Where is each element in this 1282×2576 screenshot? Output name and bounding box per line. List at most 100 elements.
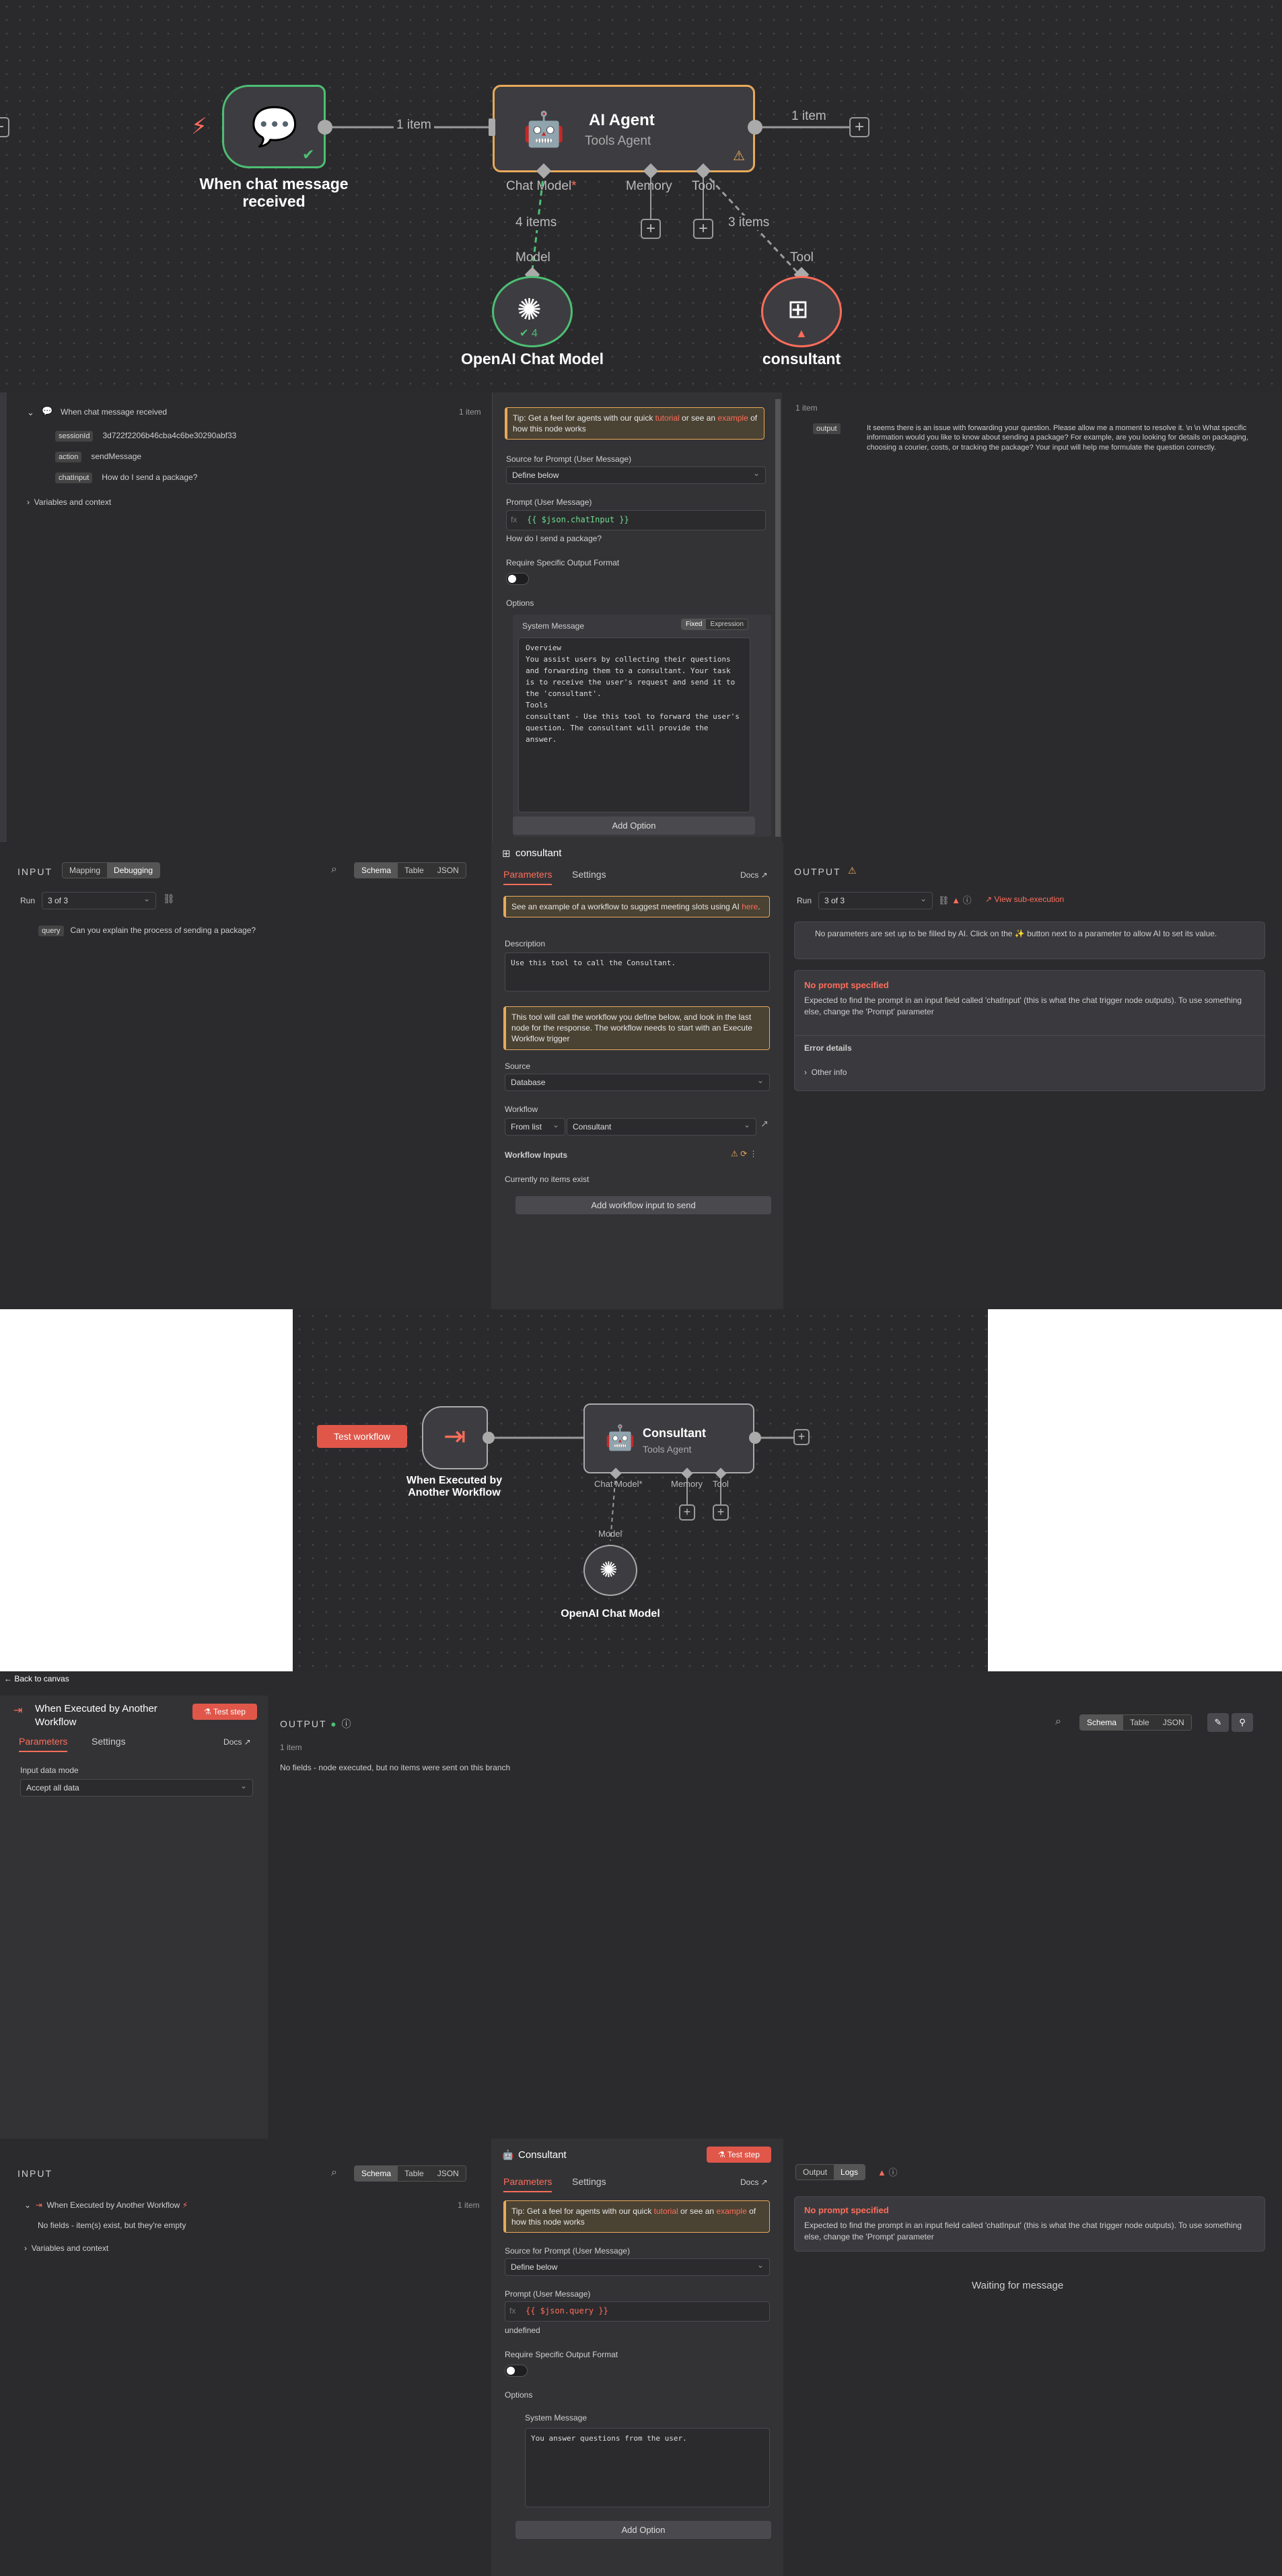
workflow-mode-select[interactable]: From list	[505, 1118, 565, 1136]
system-message-input[interactable]: You answer questions from the user.	[525, 2428, 770, 2507]
tutorial-link[interactable]: tutorial	[654, 2206, 678, 2216]
run-select[interactable]: 3 of 3	[818, 892, 933, 909]
tab-settings[interactable]: Settings	[572, 869, 606, 880]
add-workflow-input-button[interactable]: Add workflow input to send	[515, 1196, 771, 1214]
pin-output-button[interactable]: ⚲	[1232, 1713, 1253, 1732]
chat-trigger-title: When chat message received	[199, 175, 349, 211]
output-pane-6: Output Logs ▲ ⓘ No prompt specified Expec…	[783, 2138, 1282, 2576]
run-select[interactable]: 3 of 3	[42, 892, 156, 909]
exec-trigger-node[interactable]: ⇥	[422, 1406, 488, 1469]
prompt-input[interactable]: fx {{ $json.query }}	[505, 2301, 770, 2322]
chat-trigger-node[interactable]: 💬 ✔	[222, 85, 326, 168]
here-link[interactable]: here	[742, 902, 758, 911]
add-memory-button[interactable]: +	[679, 1504, 695, 1521]
openai-node[interactable]: ✺ ✔ 4	[492, 276, 573, 347]
test-step-button[interactable]: ⚗ Test step	[707, 2147, 771, 2163]
add-node-left-button[interactable]: +	[0, 117, 9, 137]
field-row-2[interactable]: chatInput How do I send a package?	[55, 471, 197, 483]
trigger-row[interactable]: ⌄ ⇥ When Executed by Another Workflow ⚡	[24, 2200, 188, 2210]
options-label: Options	[505, 2390, 533, 2400]
mapping-debugging-toggle[interactable]: Mapping Debugging	[62, 862, 161, 878]
search-icon[interactable]: ⌕	[331, 2167, 337, 2179]
example-link[interactable]: example	[716, 2206, 746, 2216]
add-tool-button[interactable]: +	[713, 1504, 729, 1521]
consultant-tool-node[interactable]: ⊞ ▲	[761, 276, 842, 347]
variables-context[interactable]: › Variables and context	[27, 497, 111, 507]
search-icon[interactable]: ⌕	[1055, 1716, 1061, 1728]
source-select[interactable]: Database	[505, 1074, 770, 1091]
prompt-input[interactable]: fx {{ $json.chatInput }}	[506, 510, 766, 530]
back-to-canvas-button[interactable]: ← Back to canvas	[4, 1674, 69, 1683]
fixed-expression-toggle[interactable]: Fixed Expression	[681, 619, 748, 630]
output-logs-toggle[interactable]: Output Logs	[795, 2164, 866, 2180]
source-label: Source	[505, 1061, 531, 1071]
view-toggle[interactable]: Schema Table JSON	[354, 2165, 466, 2182]
search-icon[interactable]: ⌕	[331, 864, 337, 876]
variables-context[interactable]: › Variables and context	[24, 2243, 108, 2253]
view-sub-execution-link[interactable]: ↗ View sub-execution	[985, 895, 1064, 904]
source-select[interactable]: Define below	[506, 466, 766, 484]
ai-agent-title: AI Agent	[589, 111, 655, 129]
tab-parameters[interactable]: Parameters	[503, 2176, 553, 2192]
tab-settings[interactable]: Settings	[92, 1736, 126, 1747]
prompt-label: Prompt (User Message)	[506, 497, 592, 507]
agent-output-handle[interactable]	[748, 120, 762, 135]
output-count: 1 item	[280, 1743, 302, 1752]
test-workflow-button[interactable]: Test workflow	[317, 1425, 407, 1448]
add-option-button[interactable]: Add Option	[513, 816, 755, 835]
run-label: Run	[20, 896, 36, 905]
add-tool-button[interactable]: +	[693, 219, 713, 239]
unlink-icon[interactable]: ⛓	[163, 893, 175, 905]
ai-agent-node[interactable]: 🤖 AI Agent Tools Agent ⚠	[493, 85, 755, 172]
source-select[interactable]: Define below	[505, 2258, 770, 2276]
consultant-agent-node[interactable]: 🤖 Consultant Tools Agent	[583, 1403, 754, 1473]
format-toggle[interactable]	[506, 573, 529, 585]
example-link[interactable]: example	[717, 413, 748, 423]
workflow-select[interactable]: Consultant	[567, 1118, 756, 1136]
system-message-input[interactable]: Overview You assist users by collecting …	[518, 637, 750, 812]
test-step-button[interactable]: ⚗ Test step	[192, 1704, 257, 1720]
add-node-right-button[interactable]: +	[849, 117, 869, 137]
docs-link[interactable]: Docs ↗	[740, 870, 768, 880]
add-memory-button[interactable]: +	[641, 219, 661, 239]
field-row-1[interactable]: action sendMessage	[55, 450, 141, 462]
input-handle[interactable]	[489, 118, 495, 136]
field-row-0[interactable]: sessionId 3d722f2206b46cba4c6be30290abf33	[55, 429, 236, 442]
add-option-button[interactable]: Add Option	[515, 2521, 771, 2539]
subworkflow-canvas[interactable]: Test workflow ⇥ When Executed by Another…	[293, 1309, 988, 1671]
chat-bubbles-icon: 💬	[251, 105, 298, 147]
open-external-icon[interactable]: ↗	[760, 1118, 769, 1129]
docs-link[interactable]: Docs ↗	[740, 2178, 768, 2187]
add-node-button[interactable]: +	[793, 1429, 810, 1445]
openai-node[interactable]: ✺	[583, 1545, 637, 1596]
input-mode-select[interactable]: Accept all data	[20, 1779, 253, 1797]
sitemap-icon: ⊞	[787, 295, 809, 324]
output-header: OUTPUT	[794, 866, 841, 877]
no-items-text: Currently no items exist	[505, 1175, 590, 1184]
port-chat-label: Chat Model*	[594, 1479, 643, 1489]
tab-parameters[interactable]: Parameters	[503, 869, 553, 885]
tab-parameters[interactable]: Parameters	[19, 1736, 68, 1752]
scrollbar[interactable]	[775, 399, 781, 837]
query-row[interactable]: query Can you explain the process of send…	[38, 924, 256, 936]
edit-output-button[interactable]: ✎	[1207, 1713, 1229, 1732]
tutorial-link[interactable]: tutorial	[655, 413, 680, 423]
canvas-main[interactable]: + ⚡ 💬 ✔ When chat message received 1 ite…	[0, 0, 1282, 392]
error-details[interactable]: Error details	[804, 1043, 852, 1053]
node-title[interactable]: consultant	[515, 847, 561, 859]
other-info[interactable]: › Other info	[804, 1068, 847, 1077]
expand-chevron[interactable]: ⌄	[27, 407, 34, 418]
params-pane-5: ⇥ When Executed by Another Workflow ⚗ Te…	[0, 1696, 268, 2138]
node-title[interactable]: Consultant	[518, 2149, 567, 2161]
openai-title: OpenAI Chat Model	[561, 1608, 660, 1620]
description-input[interactable]: Use this tool to call the Consultant.	[505, 952, 770, 991]
format-toggle[interactable]	[505, 2365, 528, 2377]
chat-icon: 💬	[42, 406, 53, 416]
output-key: output	[813, 423, 841, 434]
node-title[interactable]: When Executed by Another Workflow	[35, 1702, 183, 1729]
view-toggle[interactable]: Schema Table JSON	[354, 862, 466, 878]
view-toggle[interactable]: Schema Table JSON	[1079, 1714, 1192, 1731]
tab-settings[interactable]: Settings	[572, 2176, 606, 2187]
output-handle[interactable]	[318, 120, 332, 135]
docs-link[interactable]: Docs ↗	[223, 1737, 251, 1747]
